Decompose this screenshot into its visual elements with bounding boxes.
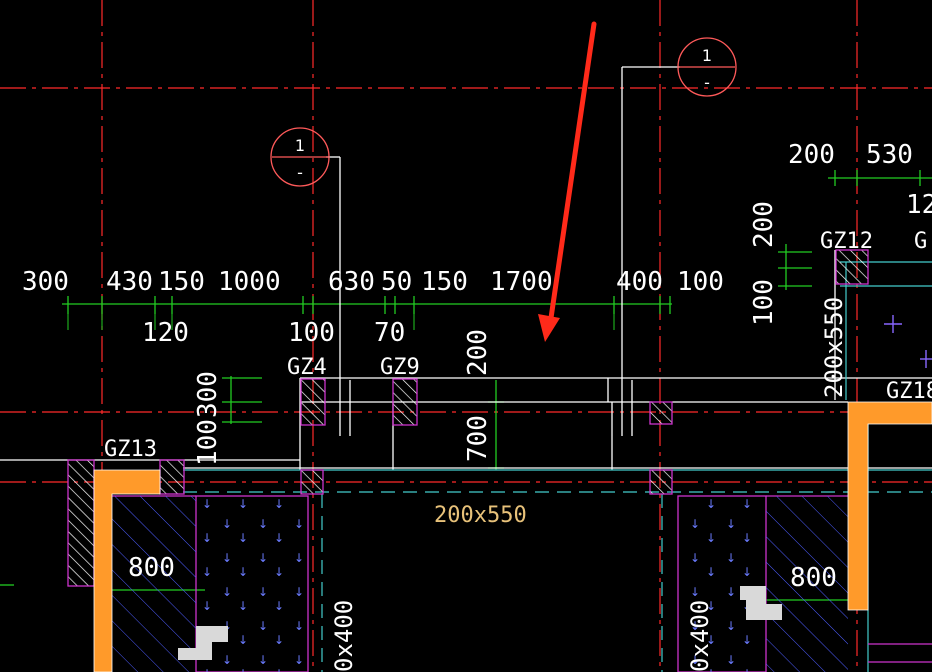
- dim-text: 120: [142, 318, 189, 348]
- dim-text-vertical: 300: [193, 371, 223, 418]
- section-marker-right-sub: -: [704, 73, 710, 92]
- column-gz4[interactable]: [300, 378, 326, 426]
- fill-pattern-left: [198, 498, 306, 672]
- crosshair-marks: [884, 315, 932, 368]
- beam-label-main: 200x550: [434, 503, 527, 528]
- beam-label-bottom-left: 0x400: [330, 600, 358, 672]
- dim-text: 120: [906, 190, 932, 220]
- dim-text: 630: [328, 267, 375, 297]
- annotation-arrow-shaft: [548, 21, 597, 321]
- column-gz9[interactable]: [392, 378, 418, 426]
- hatched-wall-left: [112, 496, 196, 672]
- beam-label-right-vertical: 200x550: [820, 297, 848, 398]
- column-right-lower[interactable]: [649, 469, 673, 495]
- column-labels: GZ4 GZ9 GZ13 GZ12 G GZ18: [104, 229, 932, 462]
- vertical-dimension-texts: 300 100 200 700 200 100: [193, 201, 779, 466]
- cad-drawing-canvas[interactable]: ↓ ↓ 1 - 1 -: [0, 0, 932, 672]
- column-label-gz13: GZ13: [104, 437, 157, 462]
- annotation-arrow-head: [538, 314, 560, 342]
- column-gz12[interactable]: [835, 249, 869, 285]
- second-dimension-texts: 120 100 70: [142, 318, 405, 348]
- dim-text: 430: [106, 267, 153, 297]
- column-mid-lower[interactable]: [300, 469, 324, 495]
- column-fill-right[interactable]: [847, 401, 932, 611]
- column-label-gz9: GZ9: [380, 355, 420, 380]
- wall-length-left: 800: [128, 553, 175, 583]
- dim-text-vertical: 100: [193, 419, 223, 466]
- wall-length-right: 800: [790, 563, 837, 593]
- right-dimension-texts: 200 530 120: [788, 140, 932, 220]
- beam-label-bottom-right: 0x400: [686, 600, 714, 672]
- dim-text-vertical: 200: [749, 201, 779, 248]
- top-dimension-texts: 300 430 150 1000 630 50 150 1700 400 100: [22, 267, 724, 297]
- column-right-upper[interactable]: [649, 401, 673, 425]
- dim-text: 1700: [490, 267, 553, 297]
- dim-text: 150: [158, 267, 205, 297]
- dim-text: 100: [288, 318, 335, 348]
- section-marker-left-sub: -: [297, 163, 303, 182]
- dim-text: 150: [421, 267, 468, 297]
- column-label-gz4: GZ4: [287, 355, 327, 380]
- dim-text-vertical: 700: [463, 415, 493, 462]
- dim-text: 70: [374, 318, 405, 348]
- column-gz13-flange[interactable]: [159, 459, 185, 495]
- section-marker-right-number: 1: [702, 46, 712, 65]
- dim-text: 300: [22, 267, 69, 297]
- dim-text: 200: [788, 140, 835, 170]
- column-label-gz12: GZ12: [820, 229, 873, 254]
- dim-text: 100: [677, 267, 724, 297]
- dimension-ticks-top: [67, 296, 671, 314]
- dim-text: 400: [616, 267, 663, 297]
- dim-text: 50: [381, 267, 412, 297]
- column-gz13[interactable]: [67, 459, 95, 587]
- column-label-gz18: GZ18: [886, 379, 932, 404]
- dim-text: 1000: [218, 267, 281, 297]
- dim-text-vertical: 100: [749, 279, 779, 326]
- dim-text-vertical: 200: [463, 329, 493, 376]
- section-marker-left-number: 1: [295, 136, 305, 155]
- column-label-partial: G: [914, 229, 927, 254]
- dim-text: 530: [866, 140, 913, 170]
